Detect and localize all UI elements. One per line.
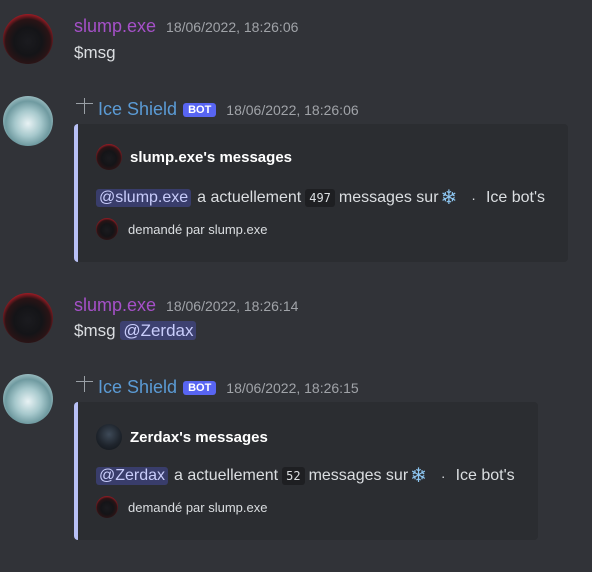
message-count: 497 — [305, 188, 335, 207]
embed-text-before: a actuellement — [174, 466, 279, 484]
message-content: $msg @Zerdax — [74, 321, 197, 341]
bot-avatar[interactable] — [3, 374, 53, 424]
reply-pin-icon — [74, 375, 96, 393]
server-name: Ice bot's — [485, 188, 546, 206]
embed-footer: demandé par slump.exe — [96, 218, 267, 240]
message-header: Ice Shield BOT 18/06/2022, 18:26:06 — [74, 97, 359, 120]
embed-title: slump.exe's messages — [130, 148, 292, 166]
user-avatar[interactable] — [3, 293, 53, 343]
message-content: $msg — [74, 43, 116, 63]
footer-avatar — [96, 218, 118, 240]
author-name[interactable]: slump.exe — [74, 295, 156, 316]
embed-footer: demandé par slump.exe — [96, 496, 267, 518]
embed-author: Zerdax's messages — [96, 424, 268, 450]
reply-pin-icon — [74, 97, 96, 115]
embed-title: Zerdax's messages — [130, 428, 268, 446]
embed-description: @Zerdax a actuellement 52 messages sur ❄… — [96, 463, 515, 488]
message-text: $msg — [74, 321, 116, 340]
user-avatar[interactable] — [3, 14, 53, 64]
embed-author: slump.exe's messages — [96, 144, 292, 170]
user-mention[interactable]: @Zerdax — [120, 321, 197, 340]
author-name[interactable]: slump.exe — [74, 16, 156, 37]
separator-dot: · — [440, 467, 446, 484]
server-name: Ice bot's — [455, 466, 515, 484]
message-header: slump.exe 18/06/2022, 18:26:14 — [74, 295, 298, 316]
embed: Zerdax's messages @Zerdax a actuellement… — [74, 402, 538, 540]
embed-author-avatar — [96, 144, 122, 170]
snowflake-emoji: ❄ — [440, 187, 458, 209]
embed-text-after: messages sur — [308, 466, 409, 484]
bot-badge: BOT — [183, 103, 217, 117]
footer-text: demandé par slump.exe — [128, 499, 268, 515]
footer-avatar — [96, 496, 118, 518]
user-mention[interactable]: @Zerdax — [96, 466, 169, 485]
message-count: 52 — [282, 466, 305, 485]
embed-author-avatar — [96, 424, 122, 450]
timestamp: 18/06/2022, 18:26:14 — [166, 298, 299, 314]
embed-description: @slump.exe a actuellement 497 messages s… — [96, 185, 545, 210]
footer-text: demandé par slump.exe — [128, 221, 268, 237]
embed-text-after: messages sur — [338, 188, 439, 206]
embed: slump.exe's messages @slump.exe a actuel… — [74, 124, 568, 262]
author-name[interactable]: Ice Shield — [98, 99, 177, 120]
author-name[interactable]: Ice Shield — [98, 377, 177, 398]
user-mention[interactable]: @slump.exe — [96, 188, 192, 207]
separator-dot: · — [471, 189, 476, 206]
bot-badge: BOT — [183, 381, 217, 395]
timestamp: 18/06/2022, 18:26:06 — [166, 19, 299, 35]
message-header: Ice Shield BOT 18/06/2022, 18:26:15 — [74, 375, 359, 398]
timestamp: 18/06/2022, 18:26:15 — [226, 380, 359, 396]
bot-avatar[interactable] — [3, 96, 53, 146]
embed-text-before: a actuellement — [197, 188, 302, 206]
message-text: $msg — [74, 43, 116, 62]
timestamp: 18/06/2022, 18:26:06 — [226, 102, 359, 118]
snowflake-emoji: ❄ — [410, 465, 427, 487]
message-header: slump.exe 18/06/2022, 18:26:06 — [74, 16, 298, 37]
